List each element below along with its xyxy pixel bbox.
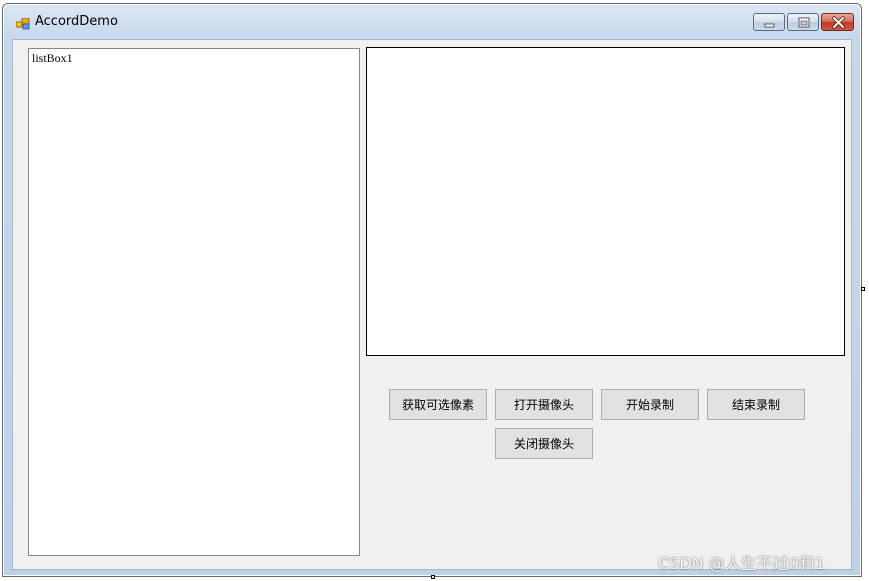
close-icon — [832, 16, 845, 29]
form-client-area: listBox1 获取可选像素 打开摄像头 开始录制 结束录制 关闭摄像头 — [12, 39, 852, 570]
minimize-button[interactable] — [753, 13, 785, 31]
stop-record-button[interactable]: 结束录制 — [707, 389, 805, 420]
start-record-button[interactable]: 开始录制 — [601, 389, 699, 420]
resize-handle-bottom[interactable] — [431, 575, 435, 579]
watermark-text: CSDN @人生不过0和1 — [658, 554, 826, 573]
resize-handle-right[interactable] — [861, 287, 865, 291]
close-camera-button[interactable]: 关闭摄像头 — [495, 428, 593, 459]
close-button[interactable] — [821, 13, 854, 31]
app-window-icon — [15, 15, 30, 30]
list-item[interactable]: listBox1 — [32, 51, 73, 66]
resolution-listbox[interactable]: listBox1 — [28, 48, 360, 556]
camera-preview-panel — [366, 47, 845, 356]
maximize-icon — [798, 17, 810, 28]
minimize-icon — [764, 23, 775, 28]
app-window: AccordDemo listBox1 获取可选像素 打开摄像头 开始录制 结束… — [2, 3, 862, 577]
maximize-button[interactable] — [787, 13, 819, 31]
title-bar[interactable]: AccordDemo — [3, 4, 861, 38]
get-pixels-button[interactable]: 获取可选像素 — [389, 389, 487, 420]
window-title: AccordDemo — [35, 14, 118, 29]
open-camera-button[interactable]: 打开摄像头 — [495, 389, 593, 420]
